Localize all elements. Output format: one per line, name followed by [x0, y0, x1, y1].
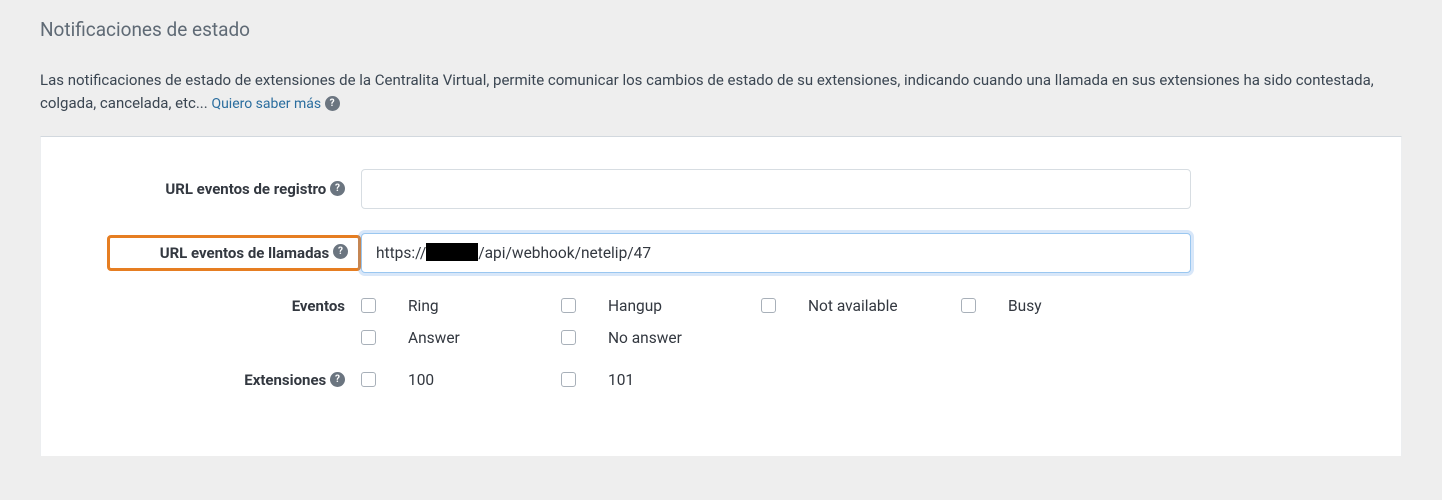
evento-label: Not available — [808, 297, 898, 315]
label-url-registro: URL eventos de registro ? — [61, 180, 361, 198]
url-suffix: /api/webhook/netelip/47 — [478, 244, 651, 262]
learn-more-link[interactable]: Quiero saber más ? — [211, 96, 339, 112]
extension-label: 100 — [408, 371, 434, 389]
evento-no-answer: No answer — [561, 329, 761, 347]
checkbox-busy[interactable] — [961, 298, 976, 313]
checkbox-ext-100[interactable] — [361, 372, 376, 387]
checkbox-not-available[interactable] — [761, 298, 776, 313]
learn-more-text: Quiero saber más — [211, 96, 321, 112]
evento-hangup: Hangup — [561, 297, 761, 315]
help-icon[interactable]: ? — [330, 372, 345, 387]
checkbox-ext-101[interactable] — [561, 372, 576, 387]
input-url-registro[interactable] — [361, 169, 1191, 209]
evento-label: Busy — [1008, 297, 1042, 315]
evento-answer: Answer — [361, 329, 561, 347]
row-eventos: Eventos Ring Hangup Not available Busy — [61, 297, 1381, 347]
section-description: Las notificaciones de estado de extensio… — [40, 69, 1400, 116]
extension-101: 101 — [561, 371, 761, 389]
evento-label: Hangup — [608, 297, 662, 315]
label-url-llamadas-text: URL eventos de llamadas — [160, 244, 330, 262]
row-url-registro: URL eventos de registro ? — [61, 169, 1381, 209]
help-icon[interactable]: ? — [330, 181, 345, 196]
label-eventos: Eventos — [61, 297, 361, 315]
row-url-llamadas: URL eventos de llamadas ? https:// /api/w… — [61, 233, 1381, 273]
checkbox-answer[interactable] — [361, 330, 376, 345]
extension-label: 101 — [608, 371, 634, 389]
label-url-llamadas: URL eventos de llamadas ? — [107, 235, 361, 271]
section-title: Notificaciones de estado — [40, 18, 1402, 41]
eventos-grid: Ring Hangup Not available Busy Answer — [361, 297, 1191, 347]
row-extensiones: Extensiones ? 100 101 — [61, 371, 1381, 389]
extension-100: 100 — [361, 371, 561, 389]
evento-not-available: Not available — [761, 297, 961, 315]
help-icon: ? — [325, 96, 340, 111]
label-extensiones: Extensiones ? — [61, 371, 361, 389]
settings-card: URL eventos de registro ? URL eventos de… — [40, 136, 1402, 456]
checkbox-no-answer[interactable] — [561, 330, 576, 345]
checkbox-hangup[interactable] — [561, 298, 576, 313]
label-url-registro-text: URL eventos de registro — [165, 180, 326, 198]
evento-label: Ring — [408, 297, 439, 315]
extensiones-grid: 100 101 — [361, 371, 1191, 389]
evento-ring: Ring — [361, 297, 561, 315]
url-prefix: https:// — [376, 244, 426, 262]
redacted-host — [426, 243, 478, 261]
help-icon[interactable]: ? — [333, 244, 348, 259]
evento-label: No answer — [608, 329, 682, 347]
input-url-llamadas[interactable]: https:// /api/webhook/netelip/47 — [361, 233, 1191, 273]
checkbox-ring[interactable] — [361, 298, 376, 313]
evento-label: Answer — [408, 329, 460, 347]
label-extensiones-text: Extensiones — [244, 371, 326, 389]
evento-busy: Busy — [961, 297, 1161, 315]
